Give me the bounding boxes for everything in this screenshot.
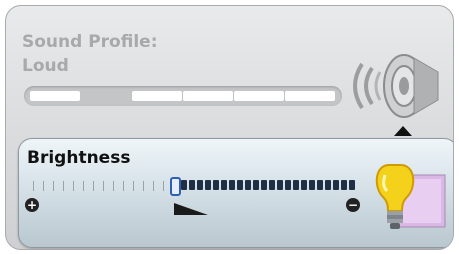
lightbulb-icon — [375, 164, 446, 229]
brightness-control: Brightness + − — [18, 138, 453, 248]
speaker-icon[interactable] — [346, 50, 444, 122]
pointer-caret — [394, 126, 412, 136]
level-ramp-icon — [174, 203, 208, 215]
brightness-label: Brightness — [27, 148, 131, 168]
sound-profile-value[interactable]: Loud — [22, 54, 69, 78]
brightness-slider-thumb[interactable] — [170, 177, 181, 196]
sound-profile-label: Sound Profile: — [22, 32, 158, 52]
volume-segment — [285, 91, 335, 101]
plus-icon[interactable]: + — [25, 198, 39, 212]
volume-segment — [234, 91, 284, 101]
volume-segment — [30, 91, 80, 101]
volume-bar[interactable] — [24, 86, 342, 106]
sound-brightness-panel: Sound Profile: Loud Brightness + − — [5, 5, 454, 250]
volume-segment — [183, 91, 233, 101]
brightness-slider-track[interactable] — [33, 181, 173, 191]
minus-icon[interactable]: − — [346, 198, 360, 212]
brightness-slider-fill[interactable] — [181, 180, 357, 190]
volume-segment — [132, 91, 182, 101]
